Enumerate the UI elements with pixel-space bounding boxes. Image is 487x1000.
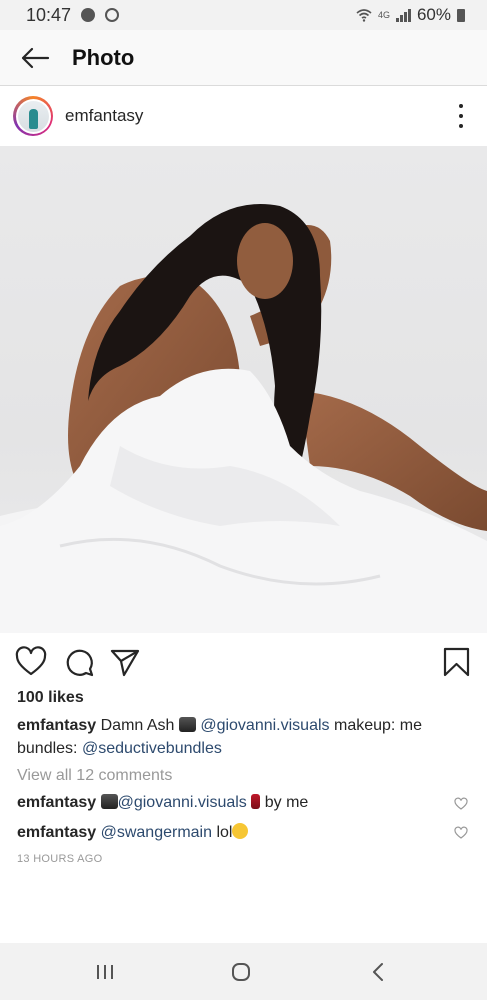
post-header: emfantasy	[0, 86, 487, 146]
home-button[interactable]	[226, 957, 256, 987]
battery-percent: 60%	[416, 5, 451, 24]
status-right: 4G 60%	[356, 5, 465, 25]
view-all-comments-link[interactable]: View all 12 comments	[17, 767, 172, 785]
avatar[interactable]	[13, 96, 53, 136]
caption-author[interactable]: emfantasy	[17, 717, 96, 734]
back-button[interactable]	[0, 30, 70, 86]
like-button[interactable]	[14, 645, 48, 679]
comment-mention[interactable]: @swangermain	[101, 824, 212, 841]
save-button[interactable]	[440, 645, 474, 679]
battery-icon	[457, 8, 465, 22]
comment-text: lol	[216, 824, 233, 841]
bookmark-icon	[443, 647, 470, 677]
caption-text-1: Damn Ash	[100, 717, 175, 734]
dot	[459, 124, 463, 128]
app-bar: Photo	[0, 30, 487, 86]
stopwatch-icon	[81, 8, 96, 22]
comment-like-icon[interactable]	[454, 797, 468, 811]
page-title: Photo	[72, 44, 135, 70]
more-vertical-icon	[459, 104, 463, 108]
sync-icon	[105, 8, 120, 22]
lipstick-emoji-icon	[251, 794, 261, 809]
recent-apps-icon	[97, 965, 113, 979]
system-nav-bar	[0, 943, 487, 1000]
avatar-image	[17, 100, 49, 132]
share-button[interactable]	[108, 645, 142, 679]
send-icon	[110, 649, 140, 677]
chevron-left-icon	[373, 963, 383, 981]
comment-button[interactable]	[62, 645, 96, 679]
network-type: 4G	[377, 10, 390, 20]
status-bar: 10:47 4G 60%	[0, 0, 487, 30]
comment-text: by me	[264, 794, 309, 811]
laughing-emoji-icon	[232, 823, 249, 839]
caption-mention-1[interactable]: @giovanni.visuals	[200, 717, 329, 734]
signal-icon	[395, 8, 411, 22]
comment-row: emfantasy @giovanni.visuals by me	[17, 794, 447, 812]
comment-icon	[66, 649, 94, 677]
camera-emoji-icon	[178, 717, 196, 732]
heart-icon	[15, 646, 47, 676]
post-timestamp: 13 HOURS AGO	[17, 853, 103, 865]
dot	[459, 114, 463, 118]
home-icon	[232, 963, 250, 981]
wifi-icon	[356, 9, 372, 22]
post-actions	[0, 645, 487, 679]
post-username[interactable]: emfantasy	[65, 106, 143, 126]
arrow-left-icon	[21, 47, 50, 68]
more-options-button[interactable]	[457, 104, 465, 128]
like-count[interactable]: 100 likes	[17, 689, 84, 707]
post-photo[interactable]	[0, 146, 487, 633]
avatar-inner	[15, 98, 51, 134]
comment-author[interactable]: emfantasy	[17, 824, 96, 841]
comment-mention[interactable]: @giovanni.visuals	[118, 794, 247, 811]
camera-emoji-icon	[100, 794, 118, 809]
comment-like-icon[interactable]	[454, 826, 468, 840]
status-time: 10:47	[26, 4, 72, 25]
comment-row: emfantasy @swangermain lol	[17, 823, 447, 842]
comment-author[interactable]: emfantasy	[17, 794, 96, 811]
status-left: 10:47	[26, 4, 120, 26]
caption-mention-2[interactable]: @seductivebundles	[82, 740, 222, 757]
post-caption: emfantasy Damn Ash @giovanni.visuals mak…	[17, 714, 472, 760]
photo-illustration	[0, 204, 487, 633]
back-nav-button[interactable]	[363, 957, 393, 987]
recent-apps-button[interactable]	[90, 957, 120, 987]
